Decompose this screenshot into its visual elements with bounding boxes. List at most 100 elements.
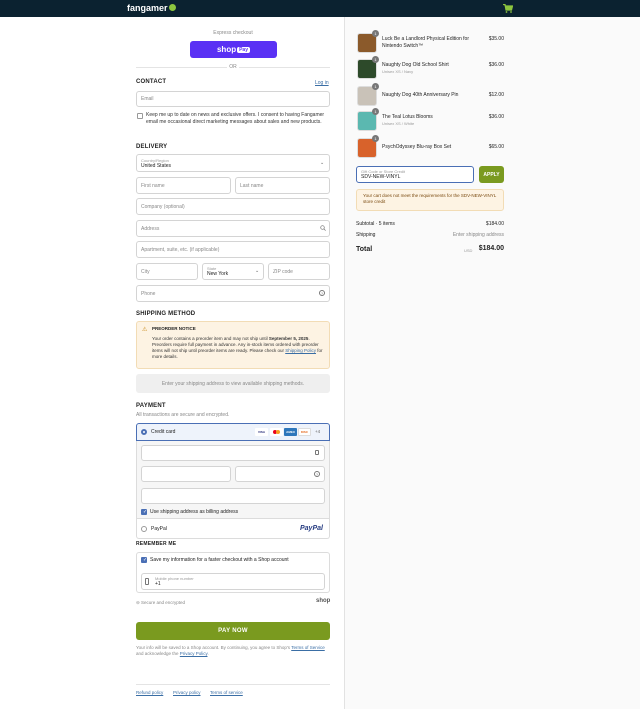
help-icon[interactable]: ? <box>314 471 320 477</box>
warning-icon: ⚠ <box>142 327 148 333</box>
notice-date: September 5, 2025 <box>268 336 309 341</box>
shop-pay-button[interactable]: shop Pay <box>190 41 277 58</box>
address-field[interactable]: Address <box>136 220 330 237</box>
footer-divider <box>136 684 330 685</box>
chevron-down-icon: ⌄ <box>320 160 325 166</box>
currency-label: USD <box>464 248 473 253</box>
more-cards-label: +4 <box>315 429 321 434</box>
item-title: Luck Be a Landlord Physical Edition for … <box>382 36 469 49</box>
payment-title: PAYMENT <box>136 403 166 409</box>
total-label: Total <box>356 246 373 253</box>
apartment-field[interactable]: Apartment, suite, etc. (if applicable) <box>136 241 330 258</box>
quantity-badge: 1 <box>372 108 379 115</box>
phone-field[interactable]: Phone <box>136 285 330 302</box>
apply-button[interactable]: APPLY <box>479 166 504 183</box>
secure-label: ⊖ Secure and encrypted <box>136 600 185 606</box>
item-price: $35.00 <box>488 36 504 42</box>
search-icon <box>320 225 326 231</box>
pay-now-button[interactable]: PAY NOW <box>136 622 330 640</box>
legal-text-part3: . <box>207 651 209 656</box>
terms-of-service-link[interactable]: Terms of service <box>210 690 243 695</box>
item-variant: Unisex XS / Navy <box>382 69 414 74</box>
company-field[interactable]: Company (optional) <box>136 198 330 215</box>
or-label: OR <box>227 64 239 70</box>
shipping-label: Shipping <box>356 232 376 238</box>
zip-field[interactable]: ZIP code <box>268 263 330 280</box>
amex-icon: AMEX <box>284 428 297 436</box>
brand-name: fangamer <box>127 3 168 13</box>
chevron-down-icon: ⌄ <box>255 268 260 274</box>
mobile-phone-value: +1 <box>155 581 161 587</box>
brand-logo[interactable]: fangamer <box>127 3 176 13</box>
quantity-badge: 1 <box>372 56 379 63</box>
visa-icon: VISA <box>255 428 268 436</box>
city-field[interactable]: City <box>136 263 198 280</box>
save-info-checkbox[interactable] <box>141 557 147 563</box>
mastercard-icon <box>270 428 283 436</box>
first-name-field[interactable]: First name <box>136 177 231 194</box>
billing-same-checkbox[interactable] <box>141 509 147 515</box>
phone-icon <box>145 578 149 585</box>
notice-title: PREORDER NOTICE <box>152 326 196 331</box>
billing-same-label: Use shipping address as billing address <box>150 509 239 515</box>
email-field[interactable]: Email <box>136 91 330 107</box>
lock-icon <box>315 450 319 455</box>
item-price: $65.00 <box>488 144 504 150</box>
save-info-label: Save my information for a faster checkou… <box>150 557 289 563</box>
cart-icon[interactable] <box>503 4 513 13</box>
security-code-field[interactable] <box>235 466 325 482</box>
legal-text-part2: and acknowledge the <box>136 651 180 656</box>
legal-text-part1: Your info will be saved to a Shop accoun… <box>136 645 292 650</box>
notice-text-part1: Your order contains a preorder item and … <box>152 336 269 341</box>
card-number-field[interactable] <box>141 445 325 461</box>
privacy-policy-link[interactable]: Privacy policy <box>173 690 201 695</box>
paypal-label: PayPal <box>151 526 167 532</box>
shipping-placeholder: Enter your shipping address to view avai… <box>136 374 330 393</box>
quantity-badge: 1 <box>372 30 379 37</box>
shop-logo: shop <box>316 598 331 604</box>
shop-pay-badge: Pay <box>237 46 250 53</box>
remember-title: REMEMBER ME <box>136 541 177 547</box>
paypal-radio[interactable] <box>141 526 147 532</box>
name-on-card-field[interactable] <box>141 488 325 504</box>
item-title: PsychOdyssey Blu-ray Box Set <box>382 144 452 150</box>
delivery-title: DELIVERY <box>136 144 168 150</box>
gift-code-field[interactable]: Gift Code or Store Credit SDV-NEW-VINYL <box>356 166 474 183</box>
newsletter-checkbox[interactable] <box>137 113 143 119</box>
privacy-link[interactable]: Privacy Policy <box>180 651 208 656</box>
item-price: $36.00 <box>488 114 504 120</box>
express-checkout-label: Express checkout <box>213 30 253 36</box>
item-title: Naughty Dog 40th Anniversary Pin <box>382 92 459 98</box>
quantity-badge: 1 <box>372 135 379 142</box>
leaf-icon <box>168 4 176 11</box>
shipping-policy-link[interactable]: Shipping Policy <box>285 348 316 353</box>
gift-code-value: SDV-NEW-VINYL <box>361 174 401 180</box>
terms-link[interactable]: Terms of Service <box>291 645 325 650</box>
last-name-field[interactable]: Last name <box>235 177 330 194</box>
credit-card-label: Credit card <box>151 429 176 435</box>
newsletter-label: Keep me up to date on news and exclusive… <box>146 112 325 125</box>
gift-code-error: Your cart does not meet the requirements… <box>356 189 504 211</box>
item-title: Naughty Dog Old School Shirt <box>382 62 449 68</box>
notice-text: Your order contains a preorder item and … <box>152 336 326 360</box>
country-select[interactable]: Country/Region United States <box>136 154 330 172</box>
contact-title: CONTACT <box>136 79 167 85</box>
shipping-title: SHIPPING METHOD <box>136 311 196 317</box>
quantity-badge: 1 <box>372 83 379 90</box>
payment-subtitle: All transactions are secure and encrypte… <box>136 412 230 418</box>
login-link[interactable]: Log in <box>315 80 329 86</box>
help-icon[interactable]: ? <box>319 290 325 296</box>
credit-card-radio[interactable] <box>141 429 147 435</box>
expiry-field[interactable] <box>141 466 231 482</box>
legal-text: Your info will be saved to a Shop accoun… <box>136 645 330 657</box>
top-bar <box>0 0 640 17</box>
total-value: $184.00 <box>478 245 504 252</box>
mobile-phone-field[interactable]: Mobile phone number +1 <box>141 573 325 590</box>
item-price: $12.00 <box>488 92 504 98</box>
shop-pay-text: shop <box>216 45 237 54</box>
state-value: New York <box>207 271 229 277</box>
refund-policy-link[interactable]: Refund policy <box>136 690 163 695</box>
subtotal-value: $184.00 <box>485 221 504 227</box>
item-title: The Teal Lotus Blooms <box>382 114 433 120</box>
country-value: United States <box>141 162 172 169</box>
